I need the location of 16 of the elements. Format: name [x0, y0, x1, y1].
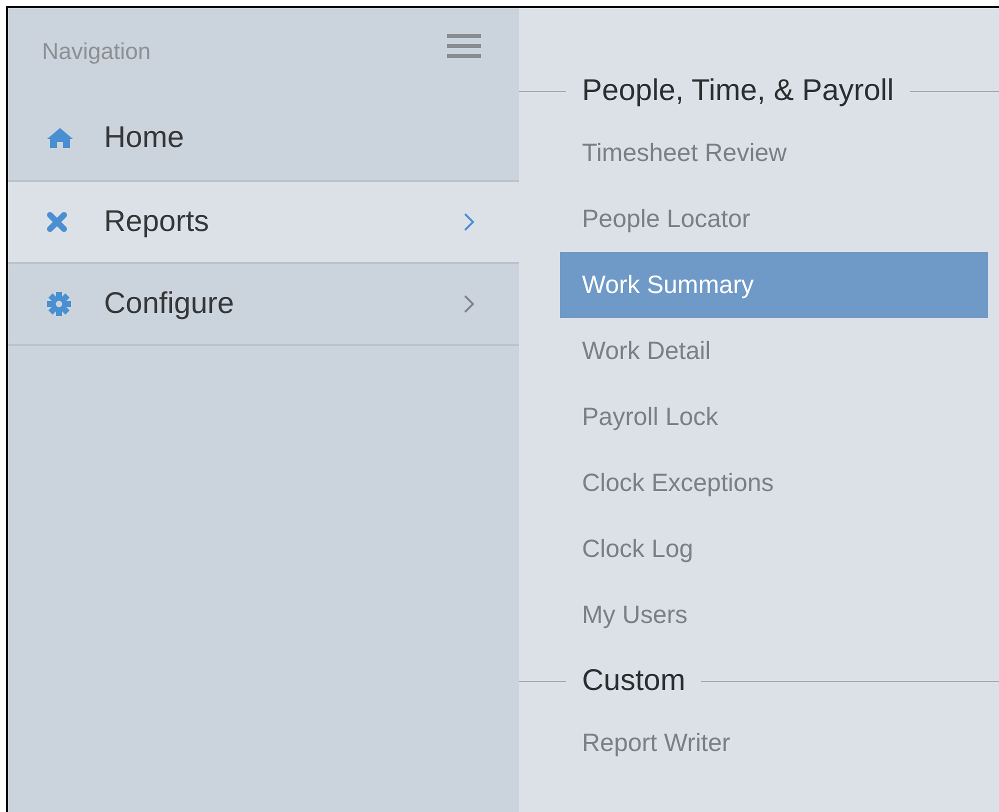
menu-item[interactable]: Work Detail [560, 318, 988, 384]
menu-item[interactable]: Work Summary [560, 252, 988, 318]
menu-item[interactable]: Clock Log [560, 516, 988, 582]
menu-item[interactable]: Timesheet Review [560, 120, 988, 186]
navigation-title: Navigation [42, 38, 151, 64]
menu-item[interactable]: People Locator [560, 186, 988, 252]
menu-item[interactable]: Report Writer [560, 710, 988, 776]
menu-item[interactable]: Clock Exceptions [560, 450, 988, 516]
menu-item[interactable]: Payroll Lock [560, 384, 988, 450]
section-heading: Custom [581, 664, 686, 698]
home-icon [46, 127, 74, 149]
section-heading: People, Time, & Payroll [581, 74, 895, 108]
menu-item[interactable]: My Users [560, 582, 988, 648]
nav-item[interactable]: Reports [8, 182, 519, 264]
menu-icon[interactable] [447, 32, 481, 60]
cross-icon [46, 211, 68, 233]
